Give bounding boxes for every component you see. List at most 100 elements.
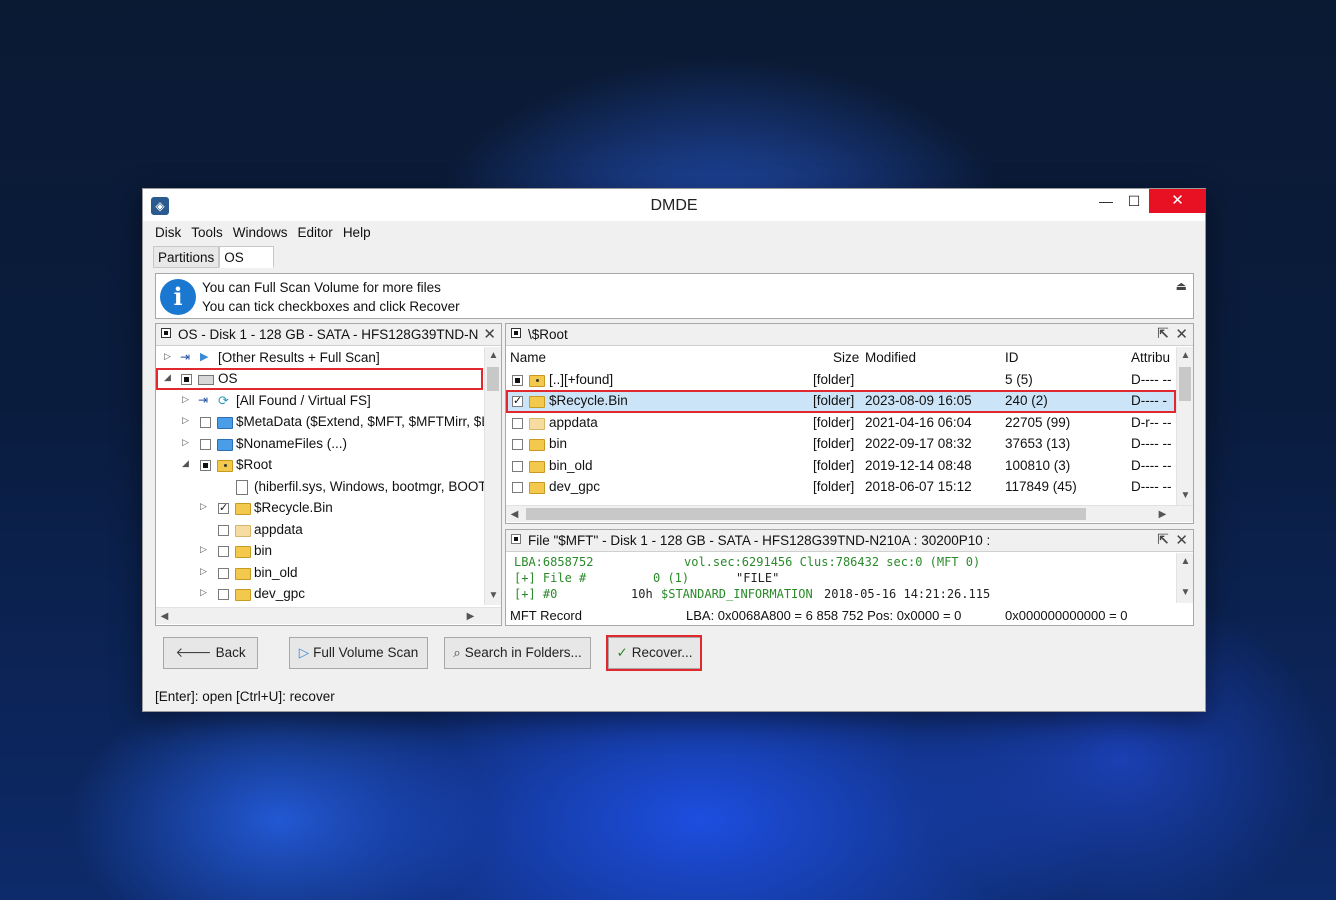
back-button[interactable]: 🡐 Back <box>163 637 258 669</box>
scroll-right-icon[interactable]: ▶ <box>462 608 479 625</box>
column-id[interactable]: ID <box>1005 350 1019 365</box>
info-text-2: You can tick checkboxes and click Recove… <box>202 299 460 314</box>
tree-item-label: $Recycle.Bin <box>254 500 333 515</box>
file-name: dev_gpc <box>549 479 601 494</box>
tree-item[interactable]: ▷ ⇥ ▶ [Other Results + Full Scan] <box>156 348 484 369</box>
panel-marker-icon <box>161 328 171 338</box>
expand-icon[interactable]: ▷ <box>182 437 189 448</box>
maximize-panel-icon[interactable]: ⇱ <box>1157 531 1169 548</box>
file-size: [folder] <box>813 458 855 473</box>
tree-vertical-scrollbar[interactable]: ▲ ▼ <box>484 347 501 605</box>
full-volume-scan-button[interactable]: ▷ Full Volume Scan <box>289 637 428 669</box>
checkbox[interactable] <box>218 501 229 514</box>
scroll-thumb[interactable] <box>487 367 499 391</box>
dmde-window: ◈ DMDE — ☐ ✕ Disk Tools Windows Editor H… <box>142 188 1206 712</box>
tree-panel-header: OS - Disk 1 - 128 GB - SATA - HFS128G39T… <box>156 324 501 346</box>
scroll-left-icon[interactable]: ◀ <box>156 608 173 625</box>
close-icon[interactable]: ✕ <box>483 325 496 343</box>
collapse-icon[interactable]: ⏏ <box>1176 279 1187 293</box>
checkbox[interactable] <box>512 461 523 472</box>
highlight-os <box>156 368 483 390</box>
scroll-down-icon[interactable]: ▼ <box>485 587 502 604</box>
tree-item-label: $Root <box>236 457 273 472</box>
checkbox[interactable] <box>200 460 211 471</box>
close-icon[interactable]: ✕ <box>1175 325 1188 343</box>
expand-icon[interactable]: ▷ <box>182 415 189 426</box>
tree-horizontal-scrollbar[interactable]: ◀ ▶ <box>156 607 501 624</box>
expand-icon[interactable]: ▷ <box>200 566 207 577</box>
file-size: [folder] <box>813 479 855 494</box>
tab-os[interactable]: OS <box>219 246 275 268</box>
tree-item[interactable]: ▷ $Recycle.Bin <box>156 498 484 519</box>
scroll-thumb[interactable] <box>526 508 1086 520</box>
column-size[interactable]: Size <box>833 350 859 365</box>
file-list-vertical-scrollbar[interactable]: ▲ ▼ <box>1176 347 1193 505</box>
scroll-up-icon[interactable]: ▲ <box>485 347 502 364</box>
checkbox[interactable] <box>218 546 229 557</box>
tree-item[interactable]: ▷ bin_old <box>156 563 484 584</box>
menu-tools[interactable]: Tools <box>191 225 223 245</box>
collapse-icon[interactable]: ◢ <box>182 458 189 469</box>
tree-item[interactable]: ▷ $MetaData ($Extend, $MFT, $MFTMirr, $L… <box>156 412 484 433</box>
checkbox[interactable] <box>512 482 523 493</box>
checkbox[interactable] <box>512 439 523 450</box>
tab-partitions[interactable]: Partitions <box>153 246 220 268</box>
tree-item[interactable]: ▷ ⇥ ⟳ [All Found / Virtual FS] <box>156 391 484 412</box>
checkbox[interactable] <box>218 568 229 579</box>
tree-item-label: $MetaData ($Extend, $MFT, $MFTMirr, $Lo <box>236 414 484 429</box>
tree-item[interactable]: ◢ $Root <box>156 455 484 476</box>
tree-item-label: appdata <box>254 522 303 537</box>
table-row[interactable]: [..][+found] [folder] 5 (5) D---- -- <box>507 370 1177 391</box>
scroll-thumb[interactable] <box>1179 367 1191 401</box>
maximize-panel-icon[interactable]: ⇱ <box>1157 325 1169 342</box>
scroll-down-icon[interactable]: ▼ <box>1177 487 1194 504</box>
table-row[interactable]: appdata [folder] 2021-04-16 06:04 22705 … <box>507 413 1177 434</box>
checkbox[interactable] <box>218 525 229 536</box>
file-size: [folder] <box>813 415 855 430</box>
expand-icon[interactable]: ▷ <box>164 351 171 362</box>
scroll-down-icon[interactable]: ▼ <box>1177 584 1194 601</box>
checkbox[interactable] <box>200 439 211 450</box>
title-bar: ◈ DMDE — ☐ ✕ <box>143 189 1206 221</box>
tree-item[interactable]: (hiberfil.sys, Windows, bootmgr, BOOT <box>156 477 484 498</box>
close-icon[interactable]: ✕ <box>1175 531 1188 549</box>
checkbox[interactable] <box>200 417 211 428</box>
menu-editor[interactable]: Editor <box>298 225 333 245</box>
table-row[interactable]: bin [folder] 2022-09-17 08:32 37653 (13)… <box>507 434 1177 455</box>
files-icon <box>236 480 248 495</box>
search-in-folders-button[interactable]: ⌕ Search in Folders... <box>444 637 591 669</box>
file-id: 100810 (3) <box>1005 458 1071 473</box>
expand-icon[interactable]: ▷ <box>182 394 189 405</box>
menu-bar: Disk Tools Windows Editor Help <box>155 225 371 245</box>
record-vertical-scrollbar[interactable]: ▲ ▼ <box>1176 553 1193 603</box>
table-row[interactable]: dev_gpc [folder] 2018-06-07 15:12 117849… <box>507 477 1177 498</box>
menu-disk[interactable]: Disk <box>155 225 181 245</box>
tree-item-label: bin <box>254 543 273 558</box>
table-row[interactable]: bin_old [folder] 2019-12-14 08:48 100810… <box>507 456 1177 477</box>
scroll-up-icon[interactable]: ▲ <box>1177 347 1194 364</box>
checkbox[interactable] <box>512 375 523 386</box>
column-name[interactable]: Name <box>510 350 546 365</box>
close-button[interactable]: ✕ <box>1149 189 1206 213</box>
file-size: [folder] <box>813 372 855 387</box>
tree-item-label: (hiberfil.sys, Windows, bootmgr, BOOT <box>254 479 484 494</box>
file-id: 5 (5) <box>1005 372 1033 387</box>
tree-item[interactable]: ▷ bin <box>156 541 484 562</box>
checkbox[interactable] <box>512 418 523 429</box>
tree-item[interactable]: appdata <box>156 520 484 541</box>
menu-help[interactable]: Help <box>343 225 371 245</box>
scroll-up-icon[interactable]: ▲ <box>1177 553 1194 570</box>
column-modified[interactable]: Modified <box>865 350 916 365</box>
menu-windows[interactable]: Windows <box>233 225 288 245</box>
file-list-horizontal-scrollbar[interactable]: ◀ ▶ <box>506 505 1193 522</box>
expand-icon[interactable]: ▷ <box>200 501 207 512</box>
tree-item[interactable]: ▷ $NonameFiles (...) <box>156 434 484 455</box>
expand-icon[interactable]: ▷ <box>200 587 207 598</box>
scroll-left-icon[interactable]: ◀ <box>506 506 523 523</box>
checkbox[interactable] <box>218 589 229 600</box>
expand-icon[interactable]: ▷ <box>200 544 207 555</box>
column-attributes[interactable]: Attribu <box>1131 350 1170 365</box>
tree-item[interactable]: ▷ dev_gpc <box>156 584 484 605</box>
highlight-recover <box>606 635 702 671</box>
scroll-right-icon[interactable]: ▶ <box>1154 506 1171 523</box>
